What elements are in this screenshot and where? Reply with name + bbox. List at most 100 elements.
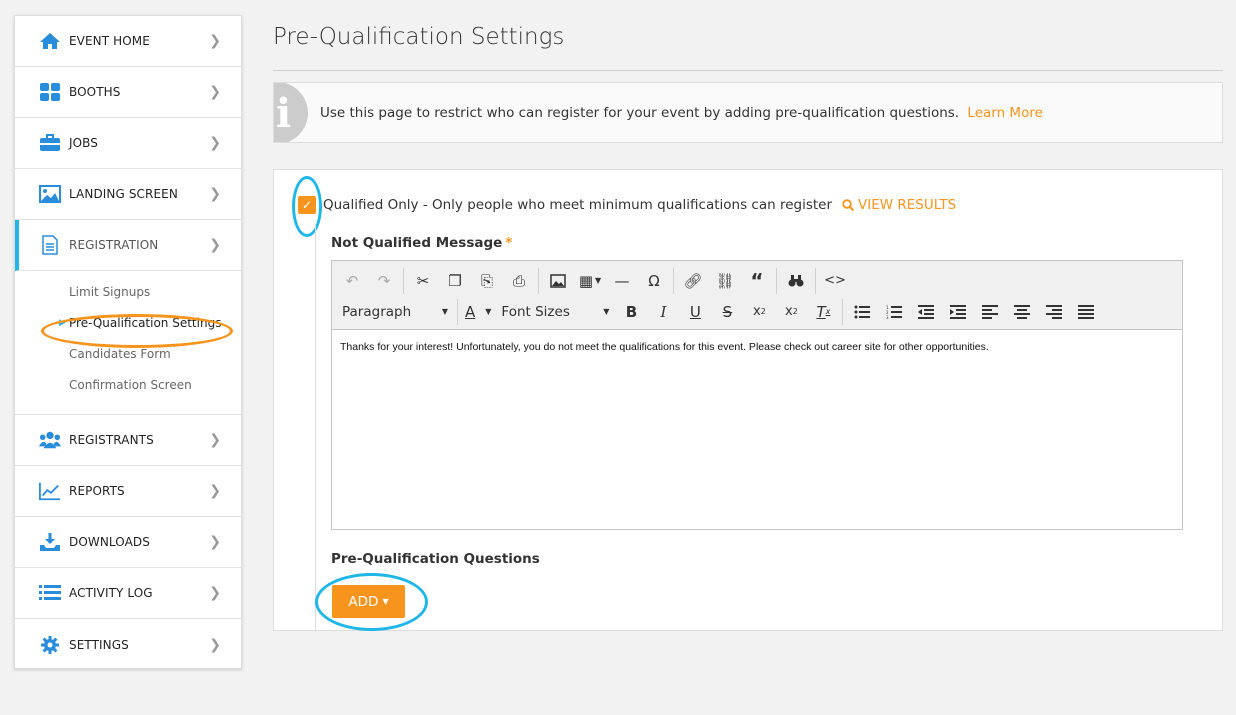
align-right-icon[interactable] — [1038, 299, 1070, 325]
main-content: Pre-Qualification Settings i Use this pa… — [273, 0, 1223, 632]
editor-toolbar: ↶ ↷ ✂ ❐ ⎘ ⎙ ▦ ▼ — Ω 🔗︎ ⛓︎ “ <> Paragraph… — [332, 261, 1182, 330]
link-icon[interactable]: 🔗︎ — [677, 268, 709, 294]
grid-icon — [39, 82, 61, 102]
indent-icon[interactable] — [942, 299, 974, 325]
font-size-select-value: Font Sizes — [501, 303, 570, 320]
page-title: Pre-Qualification Settings — [273, 0, 1223, 71]
submenu-item-pre-qualification-settings[interactable]: ▶ Pre-Qualification Settings — [15, 308, 241, 339]
qualified-only-row: ✓ Qualified Only - Only people who meet … — [298, 196, 956, 214]
sidebar-item-label: EVENT HOME — [69, 34, 150, 48]
sidebar-item-label: BOOTHS — [69, 85, 121, 99]
chevron-down-icon: ▼ — [603, 307, 610, 316]
add-question-label: ADD — [348, 593, 379, 610]
bullet-list-icon[interactable] — [846, 299, 878, 325]
list-icon — [39, 583, 61, 603]
toolbar-separator — [776, 267, 777, 294]
info-icon: i — [274, 83, 308, 142]
submenu-item-limit-signups[interactable]: Limit Signups — [15, 277, 241, 308]
sidebar-item-jobs[interactable]: JOBS ❯ — [15, 118, 241, 169]
not-qualified-message-text: Not Qualified Message — [331, 235, 503, 251]
rich-text-editor: ↶ ↷ ✂ ❐ ⎘ ⎙ ▦ ▼ — Ω 🔗︎ ⛓︎ “ <> Paragraph… — [331, 260, 1183, 530]
align-justify-icon[interactable] — [1070, 299, 1102, 325]
add-question-button[interactable]: ADD ▼ — [332, 585, 405, 618]
chevron-right-icon: ❯ — [209, 534, 221, 550]
sidebar-item-reports[interactable]: REPORTS ❯ — [15, 466, 241, 517]
users-icon — [39, 430, 61, 450]
toolbar-separator — [457, 298, 458, 325]
redo-icon[interactable]: ↷ — [368, 268, 400, 294]
italic-icon[interactable]: I — [647, 299, 679, 325]
font-size-select[interactable]: Font Sizes ▼ — [495, 299, 615, 325]
paste-icon[interactable]: ⎘ — [471, 268, 503, 294]
chevron-right-icon: ❯ — [209, 237, 221, 253]
caret-down-icon: ▼ — [382, 597, 389, 606]
qualified-only-checkbox[interactable]: ✓ — [298, 196, 316, 214]
sidebar-item-downloads[interactable]: DOWNLOADS ❯ — [15, 517, 241, 568]
sidebar-item-label: SETTINGS — [69, 637, 129, 652]
briefcase-icon — [39, 133, 61, 153]
sidebar-item-booths[interactable]: BOOTHS ❯ — [15, 67, 241, 118]
subscript-icon[interactable]: x2 — [743, 299, 775, 325]
sidebar-item-activity-log[interactable]: ACTIVITY LOG ❯ — [15, 568, 241, 619]
superscript-icon[interactable]: x2 — [775, 299, 807, 325]
format-select[interactable]: Paragraph ▼ — [336, 299, 454, 325]
align-left-icon[interactable] — [974, 299, 1006, 325]
toolbar-separator — [403, 267, 404, 294]
paste-text-icon[interactable]: ⎙ — [503, 268, 535, 294]
qualified-only-label: Qualified Only - Only people who meet mi… — [323, 197, 833, 213]
unlink-icon[interactable]: ⛓︎ — [709, 268, 741, 294]
caret-right-icon: ▶ — [59, 318, 66, 328]
underline-icon[interactable]: U — [679, 299, 711, 325]
sidebar-item-landing-screen[interactable]: LANDING SCREEN ❯ — [15, 169, 241, 220]
find-replace-icon[interactable] — [780, 268, 812, 294]
insert-image-icon[interactable] — [542, 268, 574, 294]
submenu-item-confirmation-screen[interactable]: Confirmation Screen — [15, 370, 241, 401]
blockquote-icon[interactable]: “ — [741, 268, 773, 294]
not-qualified-message-label: Not Qualified Message * — [331, 235, 512, 251]
chevron-right-icon: ❯ — [209, 135, 221, 151]
text-color-icon[interactable]: A ▼ — [461, 299, 495, 325]
format-select-value: Paragraph — [342, 303, 412, 320]
chevron-right-icon: ❯ — [209, 432, 221, 448]
submenu-item-candidates-form[interactable]: Candidates Form — [15, 339, 241, 370]
chevron-right-icon: ❯ — [209, 33, 221, 49]
numbered-list-icon[interactable]: 123 — [878, 299, 910, 325]
special-character-icon[interactable]: Ω — [638, 268, 670, 294]
sidebar-item-settings[interactable]: SETTINGS ❯ — [15, 619, 241, 670]
learn-more-link[interactable]: Learn More — [967, 105, 1043, 121]
editor-content[interactable]: Thanks for your interest! Unfortunately,… — [332, 330, 1182, 364]
clear-formatting-icon[interactable]: Tx — [807, 299, 839, 325]
chevron-right-icon: ❯ — [209, 636, 221, 653]
required-marker: * — [505, 235, 513, 251]
toolbar-separator — [842, 298, 844, 325]
source-code-icon[interactable]: <> — [819, 268, 851, 294]
sidebar-item-registration[interactable]: REGISTRATION ❯ — [15, 220, 241, 271]
image-icon — [39, 184, 61, 204]
toolbar-row-2: Paragraph ▼ A ▼ Font Sizes ▼ B I U S x2 x… — [336, 296, 1178, 327]
chart-icon — [39, 481, 61, 501]
chevron-right-icon: ❯ — [209, 585, 221, 601]
cut-icon[interactable]: ✂ — [407, 268, 439, 294]
search-icon — [842, 199, 855, 211]
svg-text:3: 3 — [886, 315, 889, 319]
undo-icon[interactable]: ↶ — [336, 268, 368, 294]
sidebar-item-label: LANDING SCREEN — [69, 187, 178, 201]
chevron-right-icon: ❯ — [209, 84, 221, 100]
copy-icon[interactable]: ❐ — [439, 268, 471, 294]
bold-icon[interactable]: B — [615, 299, 647, 325]
sidebar-item-label: ACTIVITY LOG — [69, 586, 153, 600]
view-results-label: VIEW RESULTS — [858, 197, 957, 213]
sidebar-item-label: REGISTRATION — [69, 238, 159, 252]
qualification-panel: ✓ Qualified Only - Only people who meet … — [273, 169, 1223, 632]
sidebar-item-event-home[interactable]: EVENT HOME ❯ — [15, 16, 241, 67]
chevron-right-icon: ❯ — [209, 186, 221, 202]
view-results-link[interactable]: VIEW RESULTS — [842, 197, 956, 213]
strikethrough-icon[interactable]: S — [711, 299, 743, 325]
sidebar-item-label: REGISTRANTS — [69, 433, 154, 447]
align-center-icon[interactable] — [1006, 299, 1038, 325]
pre-qualification-questions-label: Pre-Qualification Questions — [331, 551, 540, 567]
horizontal-line-icon[interactable]: — — [606, 268, 638, 294]
sidebar-item-registrants[interactable]: REGISTRANTS ❯ — [15, 415, 241, 466]
table-icon[interactable]: ▦ ▼ — [574, 268, 606, 294]
outdent-icon[interactable] — [910, 299, 942, 325]
